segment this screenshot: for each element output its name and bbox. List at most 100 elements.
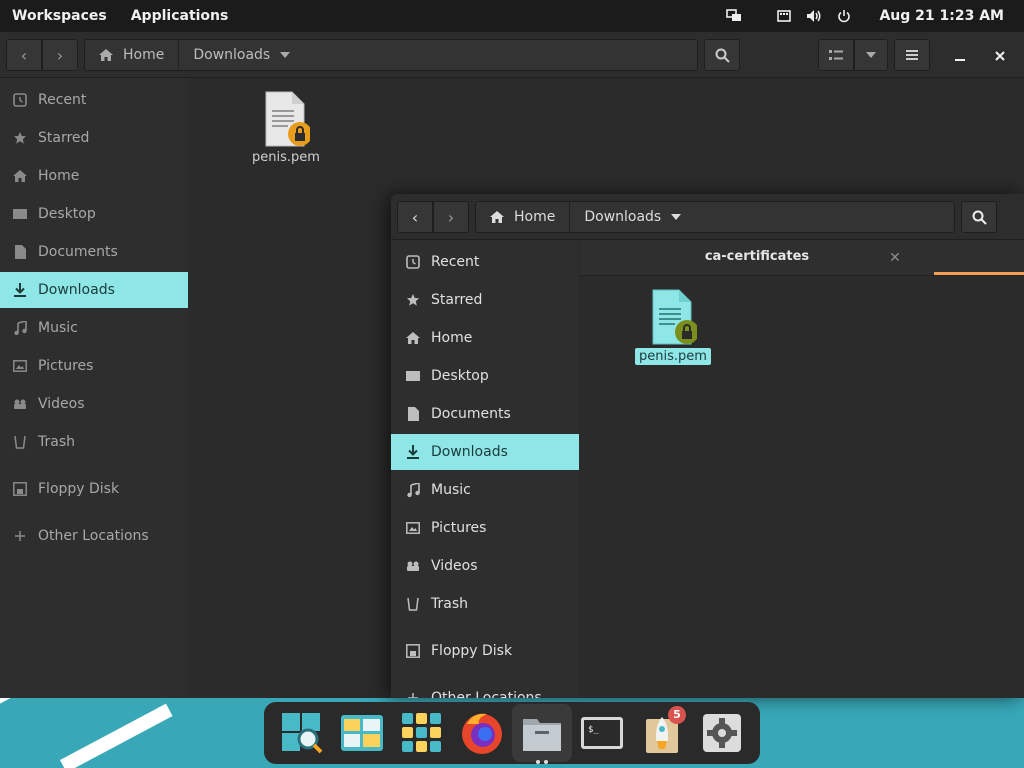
dock-app-grid[interactable]	[392, 704, 452, 762]
sidebar-item-floppy-disk[interactable]: Floppy Disk	[0, 471, 188, 507]
display-icon[interactable]	[719, 0, 749, 32]
pictures-icon	[10, 360, 30, 372]
close-icon[interactable]: ✕	[886, 249, 904, 267]
view-toggle-button[interactable]	[818, 39, 854, 71]
dock-terminal[interactable]: $_	[572, 704, 632, 762]
chevron-down-icon	[280, 52, 291, 58]
back-button[interactable]: ‹	[397, 201, 433, 233]
workspaces-button[interactable]: Workspaces	[0, 0, 119, 32]
sidebar-item-trash[interactable]: Trash	[0, 424, 188, 460]
dock-firefox[interactable]	[452, 704, 512, 762]
sidebar-item-floppy-disk[interactable]: Floppy Disk	[391, 633, 579, 669]
file-item[interactable]: penis.pem	[635, 288, 711, 365]
sidebar-item-videos[interactable]: Videos	[0, 386, 188, 422]
path-bar: Home Downloads	[475, 201, 955, 233]
sidebar-item-label: Starred	[431, 292, 483, 308]
dock-settings[interactable]	[692, 704, 752, 762]
search-button[interactable]	[704, 39, 740, 71]
sidebar-item-recent[interactable]: Recent	[0, 82, 188, 118]
forward-button[interactable]: ›	[433, 201, 469, 233]
sidebar-item-downloads[interactable]: Downloads	[0, 272, 188, 308]
menu-button[interactable]	[894, 39, 930, 71]
download-icon	[403, 445, 423, 459]
path-current-button[interactable]: Downloads	[570, 202, 695, 232]
view-options-button[interactable]	[854, 39, 888, 71]
plus-icon	[10, 530, 30, 542]
chevron-down-icon	[866, 52, 876, 58]
sidebar-item-label: Floppy Disk	[431, 643, 513, 659]
path-current-button[interactable]: Downloads	[179, 40, 304, 70]
minimize-icon	[955, 59, 965, 61]
music-icon	[10, 321, 30, 335]
power-icon[interactable]	[829, 0, 859, 32]
sidebar-item-documents[interactable]: Documents	[0, 234, 188, 270]
download-icon	[10, 283, 30, 297]
path-current-label: Downloads	[584, 209, 662, 225]
sidebar-item-trash[interactable]: Trash	[391, 586, 579, 622]
dock-pop-shop[interactable]: 5	[632, 704, 692, 762]
sidebar-item-desktop[interactable]: Desktop	[391, 358, 579, 394]
volume-icon[interactable]	[799, 0, 829, 32]
home-icon	[403, 332, 423, 344]
sidebar-item-starred[interactable]: Starred	[0, 120, 188, 156]
close-button[interactable]	[988, 44, 1012, 68]
sidebar-item-home[interactable]: Home	[0, 158, 188, 194]
sidebar-item-documents[interactable]: Documents	[391, 396, 579, 432]
clock[interactable]: Aug 21 1:23 AM	[859, 8, 1024, 24]
sidebar-item-music[interactable]: Music	[0, 310, 188, 346]
dock-workspaces-app[interactable]	[332, 704, 392, 762]
sidebar-item-other-locations[interactable]: Other Locations	[391, 680, 579, 698]
dock-files[interactable]	[512, 704, 572, 764]
chevron-down-icon	[671, 214, 682, 220]
sidebar-item-label: Trash	[431, 596, 468, 612]
floppy-icon	[10, 482, 30, 496]
trash-icon	[10, 435, 30, 449]
files-window-front: ‹ › Home Downloads Recent Starred Home Desk…	[391, 194, 1024, 698]
path-home-button[interactable]: Home	[476, 202, 571, 232]
path-current-label: Downloads	[193, 47, 271, 63]
dock-search-app[interactable]	[272, 704, 332, 762]
svg-text:$_: $_	[588, 725, 599, 735]
star-icon	[10, 131, 30, 145]
path-home-button[interactable]: Home	[85, 40, 180, 70]
sidebar: Recent Starred Home Desktop Documents Downloa…	[391, 240, 579, 698]
loading-progress-bar	[934, 272, 1024, 275]
search-button[interactable]	[961, 201, 997, 233]
forward-button[interactable]: ›	[42, 39, 78, 71]
sidebar-item-label: Recent	[38, 92, 87, 108]
sidebar-item-pictures[interactable]: Pictures	[391, 510, 579, 546]
keyboard-icon[interactable]	[769, 0, 799, 32]
tab-ca-certificates[interactable]: ca-certificates	[580, 240, 934, 274]
sidebar-item-label: Floppy Disk	[38, 481, 120, 497]
grid-icon	[402, 713, 441, 752]
applications-button[interactable]: Applications	[119, 0, 241, 32]
pictures-icon	[403, 522, 423, 534]
sidebar-item-home[interactable]: Home	[391, 320, 579, 356]
sidebar-item-label: Home	[431, 330, 473, 346]
magnifier-icon	[282, 713, 323, 754]
sidebar-item-label: Starred	[38, 130, 90, 146]
sidebar-item-videos[interactable]: Videos	[391, 548, 579, 584]
sidebar-item-pictures[interactable]: Pictures	[0, 348, 188, 384]
desktop-icon	[10, 208, 30, 220]
sidebar-item-other-locations[interactable]: Other Locations	[0, 518, 188, 554]
back-button[interactable]: ‹	[6, 39, 42, 71]
hamburger-icon	[906, 50, 918, 60]
sidebar-item-starred[interactable]: Starred	[391, 282, 579, 318]
sidebar-item-label: Downloads	[431, 444, 508, 460]
running-indicator	[536, 760, 548, 764]
sidebar-item-music[interactable]: Music	[391, 472, 579, 508]
star-icon	[403, 293, 423, 307]
videos-icon	[10, 398, 30, 410]
sidebar-item-label: Documents	[38, 244, 118, 260]
headerbar: ‹ › Home Downloads	[391, 194, 1024, 240]
sidebar-item-recent[interactable]: Recent	[391, 244, 579, 280]
music-icon	[403, 483, 423, 497]
sidebar-item-desktop[interactable]: Desktop	[0, 196, 188, 232]
minimize-button[interactable]	[948, 44, 972, 68]
file-item[interactable]: penis.pem	[248, 90, 324, 165]
sidebar-item-downloads[interactable]: Downloads	[391, 434, 579, 470]
path-bar: Home Downloads	[84, 39, 698, 71]
chevron-right-icon: ›	[56, 45, 64, 65]
plus-icon	[403, 692, 423, 698]
